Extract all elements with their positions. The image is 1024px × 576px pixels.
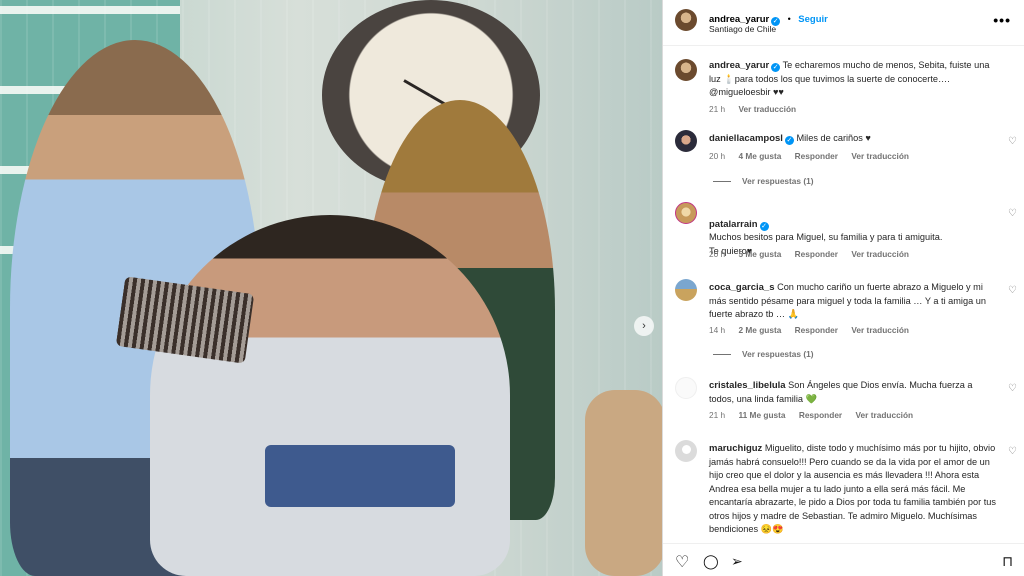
post-actions-bar: ♡ ◯ ➢ ⊓ <box>663 543 1024 576</box>
wicker-chair-right <box>585 390 662 576</box>
comment-time: 20 h <box>709 249 726 259</box>
comment-time: 21 h <box>709 410 726 420</box>
commenter-avatar[interactable] <box>675 279 697 301</box>
like-icon[interactable]: ♡ <box>675 552 689 572</box>
comment-text: Miles de cariños ♥ <box>796 133 871 143</box>
commenter-username[interactable]: maruchiguz <box>709 443 762 454</box>
translate-link[interactable]: Ver traducción <box>851 249 909 259</box>
reply-link[interactable]: Responder <box>795 325 838 335</box>
comment-likes[interactable]: 2 Me gusta <box>738 325 781 335</box>
share-icon[interactable]: ➢ <box>731 553 743 570</box>
post-header: andrea_yarur ✓ • Seguir Santiago de Chile… <box>663 0 1024 46</box>
comment-likes[interactable]: 5 Me gusta <box>738 249 781 259</box>
translate-link[interactable]: Ver traducción <box>851 151 909 161</box>
caption-avatar[interactable] <box>675 59 697 81</box>
like-comment-icon[interactable]: ♡ <box>1008 285 1017 296</box>
commenter-avatar[interactable] <box>675 202 697 224</box>
post-photo[interactable]: › <box>0 0 662 576</box>
post-side-panel: andrea_yarur ✓ • Seguir Santiago de Chile… <box>662 0 1024 576</box>
caption-username[interactable]: andrea_yarur <box>709 60 769 71</box>
comments-list[interactable]: andrea_yarur ✓ Te echaremos mucho de meno… <box>663 47 1024 543</box>
young-man-center <box>150 215 510 576</box>
verified-icon: ✓ <box>759 221 769 231</box>
reply-link[interactable]: Responder <box>799 410 842 420</box>
commenter-username[interactable]: coca_garcia_s <box>709 282 775 293</box>
commenter-avatar[interactable] <box>675 130 697 152</box>
comment-time: 14 h <box>709 325 726 335</box>
commenter-username[interactable]: patalarrain <box>709 219 758 230</box>
comment-icon[interactable]: ◯ <box>703 553 719 570</box>
commenter-username[interactable]: daniellacamposl <box>709 133 783 144</box>
commenter-avatar[interactable] <box>675 377 697 399</box>
reply-link[interactable]: Responder <box>795 249 838 259</box>
caption-time: 21 h <box>709 104 726 114</box>
comment-likes[interactable]: 11 Me gusta <box>738 410 785 420</box>
author-avatar[interactable] <box>675 9 697 31</box>
support-belt <box>265 445 455 507</box>
verified-icon: ✓ <box>784 136 794 145</box>
commenter-avatar[interactable] <box>675 440 697 462</box>
save-icon[interactable]: ⊓ <box>1002 553 1013 570</box>
translate-link[interactable]: Ver traducción <box>738 104 796 114</box>
translate-link[interactable]: Ver traducción <box>855 410 913 420</box>
translate-link[interactable]: Ver traducción <box>851 325 909 335</box>
reply-link[interactable]: Responder <box>795 151 838 161</box>
chevron-right-icon: › <box>642 320 646 332</box>
like-comment-icon[interactable]: ♡ <box>1008 136 1017 147</box>
comment-time: 20 h <box>709 151 726 161</box>
view-replies[interactable]: Ver respuestas (1) <box>713 176 813 186</box>
verified-icon: ✓ <box>771 63 781 72</box>
comment-likes[interactable]: 4 Me gusta <box>738 151 781 161</box>
comment-text: Miguelito, diste todo y muchísimo más po… <box>709 443 997 534</box>
like-comment-icon[interactable]: ♡ <box>1008 208 1017 219</box>
view-replies[interactable]: Ver respuestas (1) <box>713 349 813 359</box>
like-comment-icon[interactable]: ♡ <box>1008 383 1017 394</box>
follow-button[interactable]: Seguir <box>798 14 828 25</box>
like-comment-icon[interactable]: ♡ <box>1008 446 1017 457</box>
next-photo-button[interactable]: › <box>634 316 654 336</box>
more-options-icon[interactable]: ••• <box>993 12 1011 28</box>
post-location[interactable]: Santiago de Chile <box>709 24 776 34</box>
commenter-username[interactable]: cristales_libelula <box>709 380 786 391</box>
